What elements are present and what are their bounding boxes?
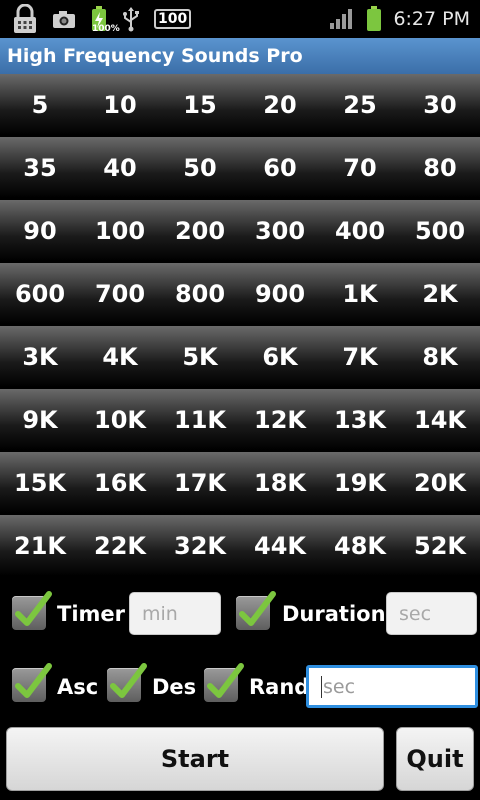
frequency-button[interactable]: 17K [160, 452, 240, 513]
frequency-button[interactable]: 300 [240, 200, 320, 261]
frequency-button[interactable]: 30 [400, 74, 480, 135]
frequency-button[interactable]: 500 [400, 200, 480, 261]
frequency-button[interactable]: 48K [320, 515, 400, 576]
check-mark-icon [207, 663, 244, 698]
asc-label: Asc [57, 675, 99, 699]
frequency-button[interactable]: 13K [320, 389, 400, 450]
start-button[interactable]: Start [6, 727, 384, 791]
battery-percent-label: 100% [92, 24, 120, 34]
signal-icon [329, 8, 355, 30]
check-mark-icon [15, 591, 52, 626]
duration-label: Duration [282, 602, 386, 626]
rand-label: Rand [249, 675, 310, 699]
frequency-row: 5 10 15 20 25 30 [0, 74, 480, 135]
status-bar: 100 100% 6:27 PM [0, 0, 480, 38]
camera-icon [52, 9, 76, 29]
frequency-button[interactable]: 800 [160, 263, 240, 324]
des-checkbox[interactable] [107, 663, 147, 702]
frequency-button[interactable]: 14K [400, 389, 480, 450]
frequency-button[interactable]: 16K [80, 452, 160, 513]
frequency-button[interactable]: 32K [160, 515, 240, 576]
frequency-button[interactable]: 11K [160, 389, 240, 450]
frequency-button[interactable]: 52K [400, 515, 480, 576]
frequency-button[interactable]: 70 [320, 137, 400, 198]
frequency-button[interactable]: 12K [240, 389, 320, 450]
frequency-button[interactable]: 2K [400, 263, 480, 324]
frequency-button[interactable]: 3K [0, 326, 80, 387]
frequency-button[interactable]: 19K [320, 452, 400, 513]
frequency-button[interactable]: 20K [400, 452, 480, 513]
frequency-button[interactable]: 15 [160, 74, 240, 135]
frequency-button[interactable]: 80 [400, 137, 480, 198]
rand-seconds-input[interactable]: sec [306, 665, 478, 708]
battery-icon [365, 6, 383, 32]
frequency-button[interactable]: 1K [320, 263, 400, 324]
controls-panel: Timer min Duration sec Asc Des Rand sec … [0, 580, 480, 800]
duration-seconds-input[interactable]: sec [386, 592, 477, 635]
text-caret [321, 675, 322, 698]
duration-checkbox[interactable] [236, 591, 276, 630]
frequency-grid: 5 10 15 20 25 30 35 40 50 60 70 80 90 10… [0, 74, 480, 578]
frequency-button[interactable]: 15K [0, 452, 80, 513]
frequency-button[interactable]: 7K [320, 326, 400, 387]
frequency-button[interactable]: 18K [240, 452, 320, 513]
frequency-button[interactable]: 20 [240, 74, 320, 135]
timer-minutes-input[interactable]: min [129, 592, 221, 635]
frequency-button[interactable]: 40 [80, 137, 160, 198]
check-mark-icon [15, 663, 52, 698]
frequency-row: 35 40 50 60 70 80 [0, 137, 480, 198]
frequency-button[interactable]: 100 [80, 200, 160, 261]
frequency-button[interactable]: 22K [80, 515, 160, 576]
frequency-button[interactable]: 6K [240, 326, 320, 387]
lock-icon [12, 4, 38, 34]
frequency-button[interactable]: 60 [240, 137, 320, 198]
timer-placeholder: min [142, 602, 178, 625]
frequency-button[interactable]: 700 [80, 263, 160, 324]
frequency-button[interactable]: 9K [0, 389, 80, 450]
frequency-button[interactable]: 400 [320, 200, 400, 261]
frequency-button[interactable]: 25 [320, 74, 400, 135]
frequency-button[interactable]: 50 [160, 137, 240, 198]
frequency-button[interactable]: 35 [0, 137, 80, 198]
frequency-button[interactable]: 4K [80, 326, 160, 387]
des-label: Des [152, 675, 197, 699]
rand-placeholder: sec [323, 675, 356, 698]
frequency-button[interactable]: 8K [400, 326, 480, 387]
frequency-button[interactable]: 900 [240, 263, 320, 324]
frequency-row: 9K 10K 11K 12K 13K 14K [0, 389, 480, 450]
frequency-row: 21K 22K 32K 44K 48K 52K [0, 515, 480, 576]
frequency-button[interactable]: 5K [160, 326, 240, 387]
asc-checkbox[interactable] [12, 663, 52, 702]
frequency-button[interactable]: 21K [0, 515, 80, 576]
frequency-button[interactable]: 10 [80, 74, 160, 135]
frequency-row: 90 100 200 300 400 500 [0, 200, 480, 261]
check-mark-icon [239, 591, 276, 626]
frequency-row: 15K 16K 17K 18K 19K 20K [0, 452, 480, 513]
notification-count-icon: 100 [154, 9, 192, 29]
frequency-button[interactable]: 200 [160, 200, 240, 261]
frequency-row: 3K 4K 5K 6K 7K 8K [0, 326, 480, 387]
quit-button[interactable]: Quit [396, 727, 474, 791]
frequency-button[interactable]: 5 [0, 74, 80, 135]
title-bar: High Frequency Sounds Pro [0, 38, 480, 74]
frequency-button[interactable]: 44K [240, 515, 320, 576]
frequency-button[interactable]: 600 [0, 263, 80, 324]
status-time: 6:27 PM [393, 8, 470, 30]
duration-placeholder: sec [399, 602, 432, 625]
usb-icon [122, 6, 140, 32]
timer-checkbox[interactable] [12, 591, 52, 630]
check-mark-icon [110, 663, 147, 698]
app-title: High Frequency Sounds Pro [7, 45, 303, 67]
timer-label: Timer [57, 602, 126, 626]
rand-checkbox[interactable] [204, 663, 244, 702]
frequency-button[interactable]: 90 [0, 200, 80, 261]
frequency-button[interactable]: 10K [80, 389, 160, 450]
frequency-row: 600 700 800 900 1K 2K [0, 263, 480, 324]
